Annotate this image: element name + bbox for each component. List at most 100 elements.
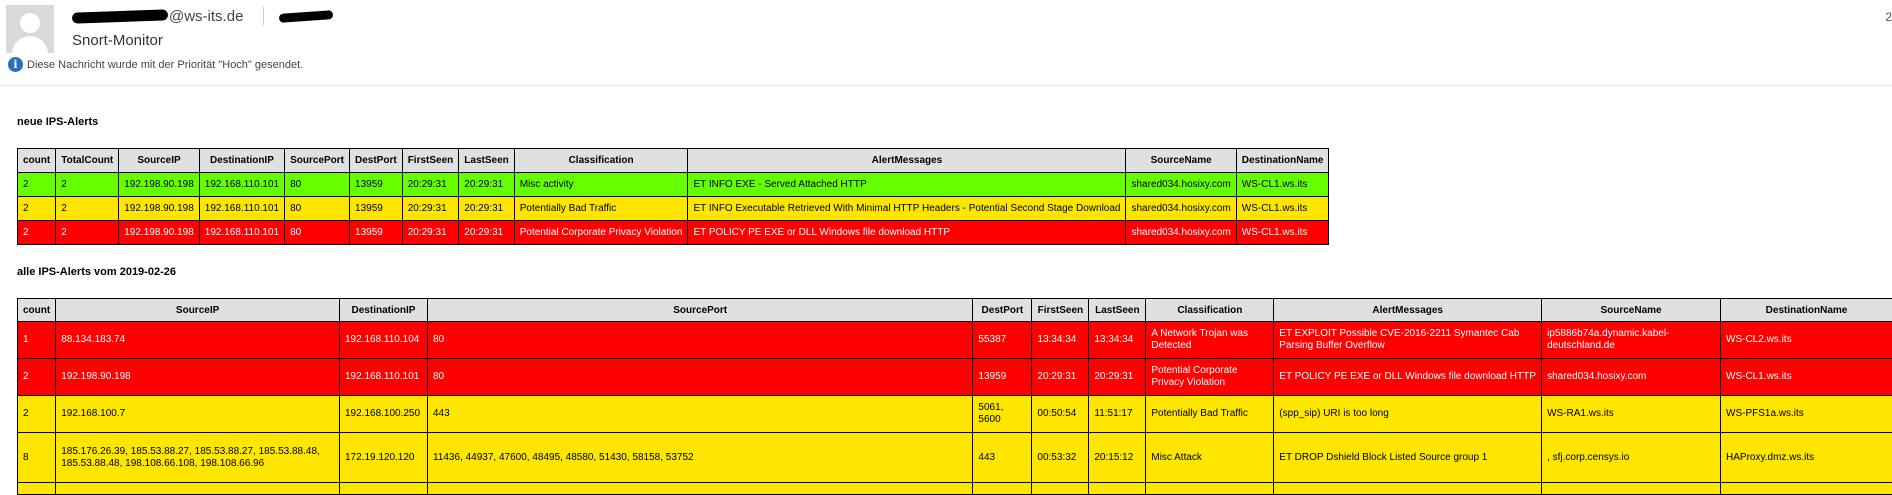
table-cell: 192.168.100.250 [339, 396, 427, 433]
table-cell [1146, 483, 1274, 495]
table-cell: 00:50:54 [1032, 396, 1089, 433]
table-cell: 192.168.110.101 [199, 173, 284, 197]
new-alerts-table: countTotalCountSourceIPDestinationIPSour… [17, 148, 1329, 245]
table-cell: shared034.hosixy.com [1542, 359, 1721, 396]
table-cell: 185.176.26.39, 185.53.88.27, 185.53.88.2… [56, 433, 340, 483]
table-row[interactable]: 2192.198.90.198192.168.110.101801395920:… [18, 359, 1892, 396]
table-cell: WS-CL1.ws.its [1721, 359, 1892, 396]
table-header-row: countTotalCountSourceIPDestinationIPSour… [18, 149, 1329, 173]
table-cell: 88.134.183.74 [56, 322, 340, 359]
avatar-body [12, 36, 48, 53]
column-header: LastSeen [459, 149, 514, 173]
table-cell: Potential Corporate Privacy Violation [1146, 359, 1274, 396]
table-cell: 192.198.90.198 [119, 173, 200, 197]
message-subject: Snort-Monitor [72, 32, 163, 49]
table-cell: 11:51:17 [1089, 396, 1146, 433]
sender-avatar[interactable] [6, 5, 54, 53]
table-cell: 192.168.110.104 [339, 322, 427, 359]
all-alerts-title: alle IPS-Alerts vom 2019-02-26 [17, 266, 176, 278]
table-cell: 2 [18, 221, 56, 245]
table-cell: 192.168.110.101 [339, 359, 427, 396]
table-cell: 13959 [973, 359, 1032, 396]
table-cell [56, 483, 340, 495]
table-cell: 80 [427, 359, 972, 396]
table-cell: 20:29:31 [402, 197, 459, 221]
column-header: DestinationName [1236, 149, 1329, 173]
table-cell: Potentially Bad Traffic [1146, 396, 1274, 433]
table-row[interactable] [18, 483, 1892, 495]
avatar-head [20, 13, 40, 33]
column-header: SourceName [1542, 299, 1721, 322]
table-cell: 20:29:31 [459, 173, 514, 197]
table-cell: (spp_sip) URI is too long [1274, 396, 1542, 433]
column-header: count [18, 299, 56, 322]
table-cell [427, 483, 972, 495]
column-header: FirstSeen [1032, 299, 1089, 322]
column-header: SourceName [1126, 149, 1236, 173]
table-cell: 2 [18, 359, 56, 396]
table-cell: Potentially Bad Traffic [514, 197, 688, 221]
table-cell: WS-CL1.ws.its [1236, 197, 1329, 221]
table-cell: WS-CL1.ws.its [1236, 221, 1329, 245]
table-cell: 80 [285, 197, 350, 221]
sender-domain[interactable]: @ws-its.de [169, 8, 243, 25]
table-cell: 192.168.110.101 [199, 197, 284, 221]
column-header: SourcePort [285, 149, 350, 173]
table-row[interactable]: 2192.168.100.7192.168.100.2504435061, 56… [18, 396, 1892, 433]
table-cell: WS-CL1.ws.its [1236, 173, 1329, 197]
column-header: AlertMessages [1274, 299, 1542, 322]
table-cell: 00:53:32 [1032, 433, 1089, 483]
table-cell: 192.198.90.198 [56, 359, 340, 396]
table-cell: 20:29:31 [402, 173, 459, 197]
table-cell: ip5886b74a.dynamic.kabel-deutschland.de [1542, 322, 1721, 359]
table-cell: 192.198.90.198 [119, 221, 200, 245]
table-cell [18, 483, 56, 495]
redacted-recipient [279, 10, 333, 23]
separator [263, 7, 264, 25]
table-cell [1032, 483, 1089, 495]
table-cell: 8 [18, 433, 56, 483]
table-cell: A Network Trojan was Detected [1146, 322, 1274, 359]
redacted-sender-name [72, 9, 168, 23]
table-cell: WS-CL2.ws.its [1721, 322, 1892, 359]
column-header: SourceIP [56, 299, 340, 322]
table-cell: 2 [18, 396, 56, 433]
column-header: DestinationName [1721, 299, 1892, 322]
table-cell: , sfj.corp.censys.io [1542, 433, 1721, 483]
table-cell: 80 [285, 221, 350, 245]
table-row[interactable]: 22192.198.90.198192.168.110.101801395920… [18, 197, 1329, 221]
table-cell [1721, 483, 1892, 495]
message-date: 2 [1885, 10, 1892, 24]
table-cell: ET INFO Executable Retrieved With Minima… [688, 197, 1126, 221]
table-cell: 192.168.110.101 [199, 221, 284, 245]
column-header: Classification [1146, 299, 1274, 322]
table-row[interactable]: 8185.176.26.39, 185.53.88.27, 185.53.88.… [18, 433, 1892, 483]
table-cell: WS-PFS1a.ws.its [1721, 396, 1892, 433]
table-cell: 1 [18, 322, 56, 359]
table-cell: ET INFO EXE - Served Attached HTTP [688, 173, 1126, 197]
table-cell: ET DROP Dshield Block Listed Source grou… [1274, 433, 1542, 483]
table-row[interactable]: 22192.198.90.198192.168.110.101801395920… [18, 173, 1329, 197]
table-cell: 13:34:34 [1089, 322, 1146, 359]
table-cell [1274, 483, 1542, 495]
table-cell: 55387 [973, 322, 1032, 359]
table-cell: 192.198.90.198 [119, 197, 200, 221]
table-cell: 5061, 5600 [973, 396, 1032, 433]
table-cell: 2 [56, 197, 119, 221]
priority-banner: i Diese Nachricht wurde mit der Prioritä… [8, 57, 303, 72]
column-header: SourceIP [119, 149, 200, 173]
table-row[interactable]: 188.134.183.74192.168.110.104805538713:3… [18, 322, 1892, 359]
table-cell [1542, 483, 1721, 495]
table-cell [1089, 483, 1146, 495]
table-cell: 11436, 44937, 47600, 48495, 48580, 51430… [427, 433, 972, 483]
column-header: Classification [514, 149, 688, 173]
table-cell: 443 [973, 433, 1032, 483]
column-header: DestinationIP [199, 149, 284, 173]
table-cell: 192.168.100.7 [56, 396, 340, 433]
table-cell: 443 [427, 396, 972, 433]
info-icon: i [8, 57, 23, 72]
sender-line: @ws-its.de [72, 7, 333, 25]
table-cell: 2 [56, 221, 119, 245]
table-cell: ET POLICY PE EXE or DLL Windows file dow… [688, 221, 1126, 245]
table-row[interactable]: 22192.198.90.198192.168.110.101801395920… [18, 221, 1329, 245]
